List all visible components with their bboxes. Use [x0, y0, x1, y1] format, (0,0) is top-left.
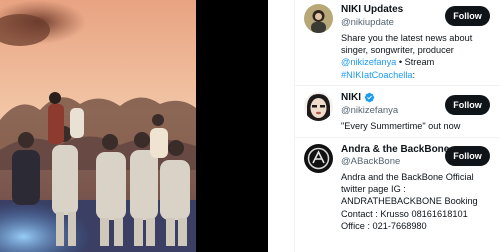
- concert-stage-image: [0, 0, 268, 252]
- follow-button[interactable]: Follow: [445, 6, 490, 26]
- bio-text: "Every Summertime" out now: [341, 121, 461, 131]
- avatar-photo-icon: [304, 4, 333, 33]
- user-bio: Andra and the BackBone Official twitter …: [341, 171, 489, 232]
- avatar-photo-icon: [304, 92, 333, 121]
- user-handle[interactable]: @nikizefanya: [341, 105, 398, 116]
- user-cell-niki[interactable]: NIKI @nikizefanya Follow "Every Summerti…: [295, 85, 500, 139]
- user-bio: Share you the latest news about singer, …: [341, 32, 489, 81]
- bio-text: Andra and the BackBone Official twitter …: [341, 172, 478, 231]
- bio-text: :: [412, 69, 416, 80]
- follow-button[interactable]: Follow: [445, 146, 490, 166]
- avatar[interactable]: [304, 4, 333, 33]
- bio-mention-link[interactable]: @nikizefanya: [341, 57, 396, 67]
- user-cell-andra-backbone[interactable]: Andra & the BackBone @ABackBone Follow A…: [295, 137, 500, 252]
- band-logo-icon: [304, 144, 333, 173]
- media-gutter: [268, 0, 294, 252]
- user-handle[interactable]: @nikiupdate: [341, 17, 394, 28]
- user-name-row: NIKI: [341, 92, 375, 103]
- user-name-row: Andra & the BackBone: [341, 144, 449, 155]
- user-handle[interactable]: @ABackBone: [341, 156, 400, 167]
- user-bio: "Every Summertime" out now: [341, 120, 489, 132]
- avatar[interactable]: [304, 144, 333, 173]
- user-name-row: NIKI Updates: [341, 4, 403, 15]
- avatar[interactable]: [304, 92, 333, 121]
- who-to-follow-list: NIKI Updates @nikiupdate Follow Share yo…: [295, 0, 500, 252]
- user-cell-niki-updates[interactable]: NIKI Updates @nikiupdate Follow Share yo…: [295, 0, 500, 88]
- verified-badge-icon: [364, 92, 375, 103]
- user-display-name[interactable]: NIKI Updates: [341, 4, 403, 15]
- follow-button[interactable]: Follow: [445, 95, 490, 115]
- user-display-name[interactable]: NIKI: [341, 92, 361, 103]
- bio-text: Share you the latest news about singer, …: [341, 33, 473, 56]
- bio-text: • Stream: [396, 57, 435, 68]
- bio-hashtag-link[interactable]: #NIKIatCoachella: [341, 70, 413, 80]
- tweet-media-video[interactable]: [0, 0, 268, 252]
- user-display-name[interactable]: Andra & the BackBone: [341, 144, 449, 155]
